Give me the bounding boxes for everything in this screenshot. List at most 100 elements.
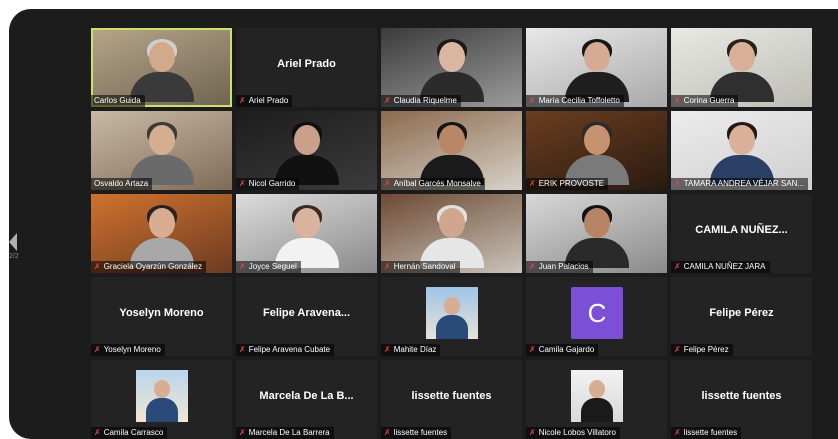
participant-name-label: ✗ Nicole Lobos Villatoro [526,427,620,439]
page-indicator: 2/2 [9,253,19,260]
mic-muted-icon: ✗ [674,428,681,437]
participant-name: Corina Guerra [683,96,735,105]
participant-name-label: ✗ CAMILA NUÑEZ JARA [671,261,770,273]
participant-tile[interactable]: ✗ ERIK PROVOSTE [526,111,667,190]
participant-name-label: Carlos Guida [91,95,145,107]
participant-name-label: ✗ Felipe Aravena Cubate [236,344,335,356]
participant-display-name: Ariel Prado [277,58,336,70]
mic-muted-icon: ✗ [529,179,536,188]
mic-muted-icon: ✗ [239,345,246,354]
mic-muted-icon: ✗ [94,345,101,354]
participant-tile[interactable]: C ✗ Camila Gajardo [526,277,667,356]
participant-tile[interactable]: ✗ María Cecilia Toffoletto [526,28,667,107]
participant-tile[interactable]: ✗ Hernán Sandoval [381,194,522,273]
participant-tile[interactable]: ✗ Corina Guerra [671,28,812,107]
participant-name: lissette fuentes [683,428,738,437]
participant-name-label: ✗ Camila Gajardo [526,344,599,356]
participant-name: Nicol Garrido [248,179,296,188]
participant-tile[interactable]: ✗ Claudia Riquelme [381,28,522,107]
participant-name: Marcela De La Barrera [248,428,330,437]
participant-name: Felipe Pérez [683,345,729,354]
participant-name-label: ✗ ERIK PROVOSTE [526,178,609,190]
meeting-window: 2/2 Carlos Guida Ariel Prado ✗ Ariel Prado ✗… [9,9,838,439]
participant-name: Juan Palacios [538,262,589,271]
mic-muted-icon: ✗ [384,345,391,354]
participant-name-label: ✗ María Cecilia Toffoletto [526,95,624,107]
participant-tile[interactable]: Marcela De La B... ✗ Marcela De La Barrera [236,360,377,439]
participant-tile[interactable]: Felipe Pérez ✗ Felipe Pérez [671,277,812,356]
mic-muted-icon: ✗ [94,428,101,437]
participant-tile[interactable]: lissette fuentes ✗ lissette fuentes [381,360,522,439]
participant-name-label: ✗ Yoselyn Moreno [91,344,165,356]
participant-name: Carlos Guida [94,96,141,105]
chevron-left-icon [9,233,17,251]
mic-muted-icon: ✗ [529,428,536,437]
participant-name: Aníbal Garcés Monsalve [393,179,481,188]
participant-display-name: Felipe Pérez [709,307,774,319]
participant-tile[interactable]: ✗ Aníbal Garcés Monsalve [381,111,522,190]
participant-tile[interactable]: ✗ Nicol Garrido [236,111,377,190]
participant-name: María Cecilia Toffoletto [538,96,620,105]
participant-tile[interactable]: ✗ Joyce Seguel [236,194,377,273]
mic-muted-icon: ✗ [239,262,246,271]
participant-tile[interactable]: Yoselyn Moreno ✗ Yoselyn Moreno [91,277,232,356]
participant-name: Camila Carrasco [103,428,164,437]
participant-tile[interactable]: ✗ Juan Palacios [526,194,667,273]
participant-name-label: ✗ lissette fuentes [381,427,452,439]
participant-name-label: Osvaldo Artaza [91,178,153,190]
participant-name: Yoselyn Moreno [103,345,161,354]
participant-tile[interactable]: lissette fuentes ✗ lissette fuentes [671,360,812,439]
participant-display-name: CAMILA NUÑEZ... [695,224,788,236]
participant-name-label: ✗ Ariel Prado [236,95,293,107]
participant-display-name: lissette fuentes [411,390,492,402]
participant-name: Joyce Seguel [248,262,297,271]
participant-tile[interactable]: Ariel Prado ✗ Ariel Prado [236,28,377,107]
mic-muted-icon: ✗ [384,96,391,105]
mic-muted-icon: ✗ [674,345,681,354]
participant-name: TAMARA ANDREA VÉJAR SAN... [683,179,805,188]
mic-muted-icon: ✗ [674,96,681,105]
mic-muted-icon: ✗ [529,262,536,271]
participant-tile[interactable]: Osvaldo Artaza [91,111,232,190]
participant-tile[interactable]: ✗ TAMARA ANDREA VÉJAR SAN... [671,111,812,190]
participant-tile[interactable]: ✗ Graciela Oyarzún González [91,194,232,273]
participant-name-label: ✗ Mahite Díaz [381,344,441,356]
participant-name-label: ✗ Claudia Riquelme [381,95,461,107]
participant-name-label: ✗ TAMARA ANDREA VÉJAR SAN... [671,178,809,190]
participant-name-label: ✗ Aníbal Garcés Monsalve [381,178,485,190]
participant-tile[interactable]: ✗ Mahite Díaz [381,277,522,356]
participant-display-name: Yoselyn Moreno [119,307,204,319]
participant-name: Osvaldo Artaza [94,179,149,188]
participant-tile[interactable]: ✗ Camila Carrasco [91,360,232,439]
participant-name: Nicole Lobos Villatoro [538,428,616,437]
participant-display-name: lissette fuentes [701,390,782,402]
participant-tile[interactable]: Carlos Guida [91,28,232,107]
previous-page-button[interactable]: 2/2 [9,233,25,267]
mic-muted-icon: ✗ [239,179,246,188]
mic-muted-icon: ✗ [384,179,391,188]
participant-name: Camila Gajardo [538,345,595,354]
participant-name: Mahite Díaz [393,345,437,354]
participant-name-label: ✗ Juan Palacios [526,261,593,273]
participant-name-label: ✗ Joyce Seguel [236,261,301,273]
participant-tile[interactable]: Felipe Aravena... ✗ Felipe Aravena Cubate [236,277,377,356]
mic-muted-icon: ✗ [239,96,246,105]
profile-photo [571,370,623,422]
participant-name: Felipe Aravena Cubate [248,345,331,354]
mic-muted-icon: ✗ [384,262,391,271]
profile-photo [136,370,188,422]
participant-display-name: Marcela De La B... [259,390,354,402]
mic-muted-icon: ✗ [94,262,101,271]
participant-tile[interactable]: CAMILA NUÑEZ... ✗ CAMILA NUÑEZ JARA [671,194,812,273]
participant-display-name: Felipe Aravena... [262,307,351,319]
participant-name-label: ✗ Hernán Sandoval [381,261,460,273]
participant-name: CAMILA NUÑEZ JARA [683,262,766,271]
participant-name-label: ✗ Marcela De La Barrera [236,427,334,439]
mic-muted-icon: ✗ [674,262,681,271]
mic-muted-icon: ✗ [674,179,681,188]
participant-name-label: ✗ Graciela Oyarzún González [91,261,206,273]
mic-muted-icon: ✗ [384,428,391,437]
mic-muted-icon: ✗ [529,345,536,354]
participant-tile[interactable]: ✗ Nicole Lobos Villatoro [526,360,667,439]
participant-name-label: ✗ Corina Guerra [671,95,739,107]
